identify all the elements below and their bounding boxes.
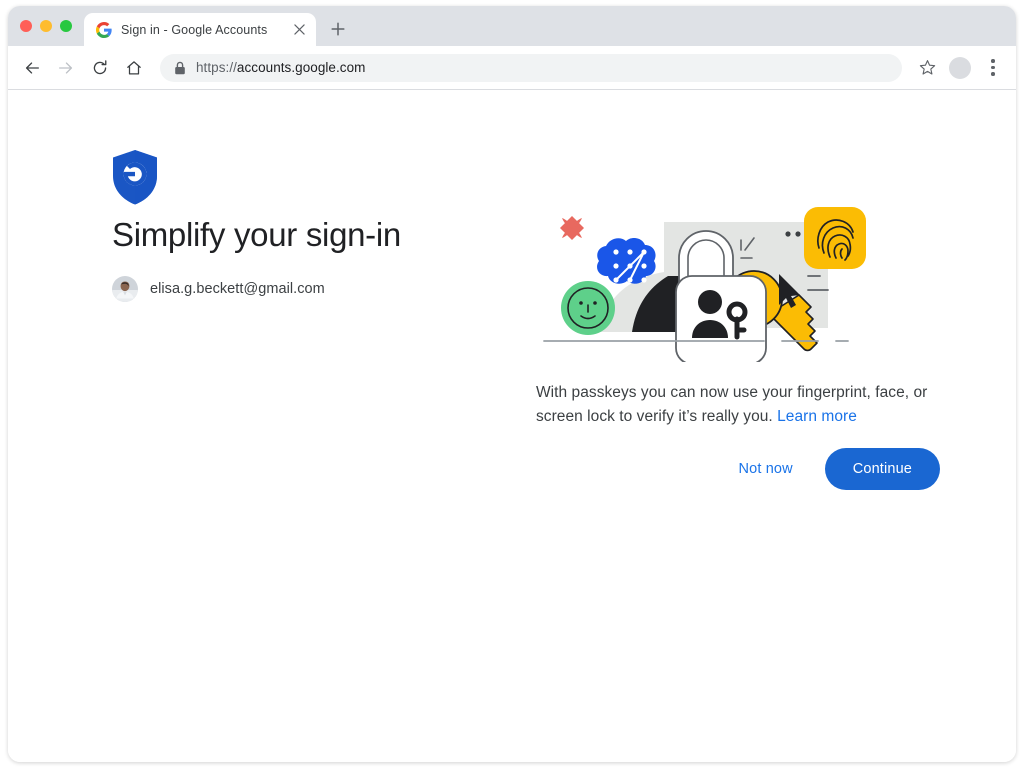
account-avatar [112,276,138,302]
learn-more-link[interactable]: Learn more [777,408,857,425]
red-x-spark-icon [560,216,584,240]
arrow-left-icon [23,59,41,77]
action-buttons: Not now Continue [536,448,940,490]
home-button[interactable] [118,52,150,84]
person-with-key-card [676,276,766,362]
menu-dot [991,72,995,76]
forward-button[interactable] [50,52,82,84]
description-text: With passkeys you can now use your finge… [536,381,940,429]
arrow-right-icon [57,59,75,77]
passkeys-illustration-graphic [536,202,886,362]
close-tab-button[interactable] [290,21,308,39]
description-line-1: With passkeys you can now use your finge… [536,384,909,401]
reload-button[interactable] [84,52,116,84]
back-button[interactable] [16,52,48,84]
account-email: elisa.g.beckett@gmail.com [150,281,325,297]
google-favicon-icon [96,22,112,38]
close-window-button[interactable] [20,20,32,32]
browser-window: Sign in - Google Accounts [8,6,1016,762]
orange-fingerprint-badge [804,207,866,269]
reload-icon [91,59,109,77]
url-scheme: https:// [196,60,237,75]
page-title: Simplify your sign-in [112,216,401,254]
zoom-window-button[interactable] [60,20,72,32]
menu-dot [991,59,995,63]
browser-toolbar: https://accounts.google.com [8,46,1016,90]
plus-icon [331,22,345,36]
continue-button[interactable]: Continue [825,448,940,490]
bookmark-button[interactable] [912,53,942,83]
tab-title: Sign in - Google Accounts [121,23,281,37]
google-shield-icon [112,149,158,205]
passkeys-illustration [536,202,886,367]
close-icon [294,24,305,35]
address-bar[interactable]: https://accounts.google.com [160,54,902,82]
green-face-circle-icon [561,281,615,335]
window-traffic-lights [20,6,84,46]
url-host: accounts.google.com [237,60,366,75]
menu-dot [991,66,995,70]
browser-menu-button[interactable] [980,53,1006,83]
address-bar-url: https://accounts.google.com [196,60,365,75]
not-now-button[interactable]: Not now [731,451,801,487]
account-chip[interactable]: elisa.g.beckett@gmail.com [112,276,325,302]
star-icon [918,58,937,77]
new-tab-button[interactable] [324,15,352,43]
tab-strip: Sign in - Google Accounts [8,6,1016,46]
google-shield-logo [112,149,158,210]
lock-icon [174,61,186,75]
browser-tab[interactable]: Sign in - Google Accounts [84,13,316,46]
profile-avatar-button[interactable] [949,57,971,79]
home-icon [125,59,143,77]
page-content: Simplify your sign-in [8,90,1016,762]
user-photo-avatar-icon [112,276,138,302]
minimize-window-button[interactable] [40,20,52,32]
